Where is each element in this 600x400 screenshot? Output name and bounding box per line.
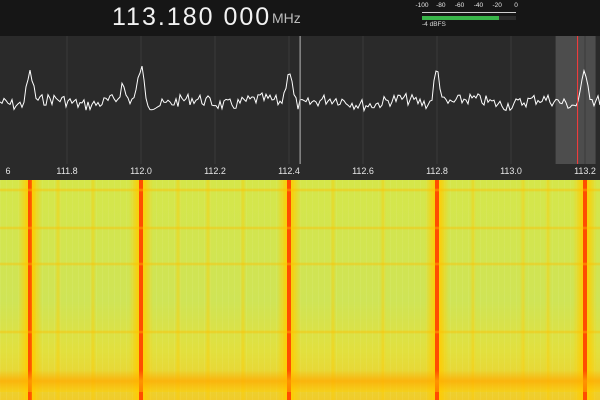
waterfall-weak-signal bbox=[380, 180, 386, 400]
waterfall-flare-row bbox=[0, 370, 600, 392]
axis-tick-label: 112.2 bbox=[204, 166, 226, 176]
waterfall-burst-row bbox=[0, 262, 600, 266]
waterfall-weak-signal bbox=[545, 180, 551, 400]
axis-tick-label: 112.6 bbox=[352, 166, 374, 176]
waterfall-weak-signal bbox=[240, 180, 246, 400]
waterfall-weak-signal bbox=[55, 180, 61, 400]
meter-tick-label: -100 bbox=[415, 2, 429, 9]
axis-tick-label: 112.8 bbox=[426, 166, 448, 176]
meter-scale-labels: -100 -80 -60 -40 -20 0 bbox=[415, 2, 522, 12]
axis-cut-label: 6 bbox=[5, 166, 11, 176]
meter-track bbox=[422, 16, 516, 20]
meter-tick-label: 0 bbox=[514, 2, 518, 9]
axis-tick-label: 113.0 bbox=[500, 166, 522, 176]
header-bar: 113.180 000 MHz -100 -80 -60 -40 -20 0 -… bbox=[0, 0, 600, 36]
signal-level-meter: -100 -80 -60 -40 -20 0 -4 dBFS bbox=[415, 2, 522, 34]
waterfall-weak-signal bbox=[330, 180, 336, 400]
waterfall-signal-line bbox=[287, 180, 291, 400]
waterfall-weak-signal bbox=[30, 180, 36, 400]
meter-tick-label: -20 bbox=[492, 2, 502, 9]
axis-tick-label: 113.2 bbox=[574, 166, 596, 176]
waterfall-weak-signal bbox=[175, 180, 181, 400]
waterfall-display[interactable] bbox=[0, 180, 600, 400]
spectrum-svg bbox=[0, 36, 600, 164]
axis-tick-label: 112.4 bbox=[278, 166, 300, 176]
frequency-display[interactable]: 113.180 000 bbox=[112, 3, 271, 32]
frequency-unit: MHz bbox=[272, 10, 301, 26]
axis-tick-label: 112.0 bbox=[130, 166, 152, 176]
waterfall-signal-line bbox=[583, 180, 587, 400]
waterfall-weak-signal bbox=[470, 180, 476, 400]
meter-readout: -4 dBFS bbox=[422, 21, 446, 28]
waterfall-weak-signal bbox=[90, 180, 96, 400]
meter-tick-label: -60 bbox=[454, 2, 465, 9]
waterfall-signal-line bbox=[139, 180, 143, 400]
waterfall-burst-row bbox=[0, 188, 600, 192]
meter-tick-label: -80 bbox=[436, 2, 446, 9]
spectrum-plot[interactable] bbox=[0, 36, 600, 164]
meter-tick-label: -40 bbox=[473, 2, 484, 9]
waterfall-weak-signal bbox=[205, 180, 211, 400]
meter-level-fill bbox=[422, 16, 500, 20]
sdr-receiver-app: 113.180 000 MHz -100 -80 -60 -40 -20 0 -… bbox=[0, 0, 600, 400]
waterfall-burst-row bbox=[0, 226, 600, 230]
waterfall-burst-row bbox=[0, 330, 600, 334]
frequency-axis: 6 111.8 112.0 112.2 112.4 112.6 112.8 113.0 113… bbox=[0, 164, 600, 180]
axis-tick-label: 111.8 bbox=[56, 166, 78, 176]
waterfall-weak-signal bbox=[520, 180, 526, 400]
waterfall-signal-line bbox=[435, 180, 439, 400]
